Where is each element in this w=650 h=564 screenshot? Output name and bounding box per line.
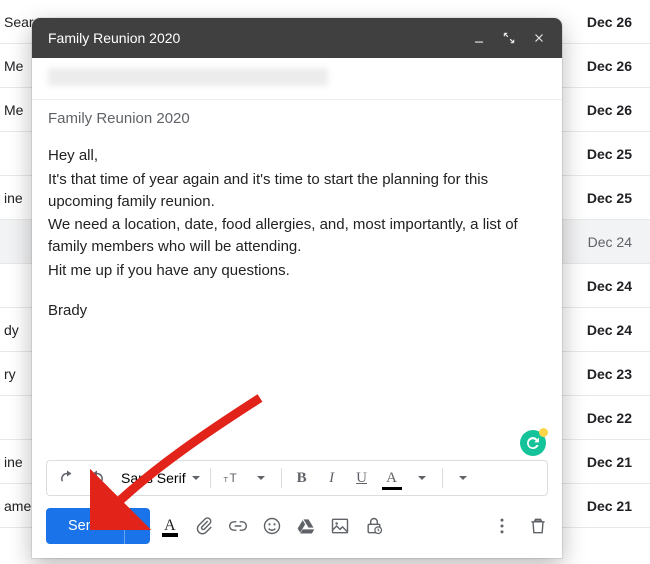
inbox-date: Dec 24 [588,234,632,250]
body-line: It's that time of year again and it's ti… [48,169,546,213]
inbox-date: Dec 26 [587,14,632,30]
bold-button[interactable]: B [288,464,316,492]
inbox-date: Dec 24 [587,322,632,338]
chevron-down-icon [133,524,141,528]
inbox-sender: ine [4,190,23,206]
redo-icon[interactable] [83,464,111,492]
message-body[interactable]: Hey all, It's that time of year again an… [32,137,562,460]
formatting-options-icon[interactable]: A [160,517,180,535]
divider [442,468,443,488]
body-line: Hit me up if you have any questions. [48,260,546,282]
inbox-sender: Me [4,102,23,118]
body-line: We need a location, date, food allergies… [48,214,546,258]
font-name: Sans Serif [121,470,186,486]
compose-title: Family Reunion 2020 [48,30,466,46]
body-greeting: Hey all, [48,145,546,167]
inbox-date: Dec 21 [587,454,632,470]
recipients-field[interactable] [32,58,562,100]
inbox-sender: ine [4,454,23,470]
inbox-sender: ame [4,498,31,514]
chevron-down-icon[interactable] [247,464,275,492]
inbox-date: Dec 25 [587,146,632,162]
divider [281,468,282,488]
font-selector[interactable]: Sans Serif [113,470,204,486]
italic-button[interactable]: I [318,464,346,492]
link-icon[interactable] [228,516,248,536]
send-row: Send A [32,496,562,558]
insert-photo-icon[interactable] [330,516,350,536]
inbox-sender: ry [4,366,16,382]
undo-icon[interactable] [53,464,81,492]
svg-text:T: T [223,475,228,484]
underline-button[interactable]: U [348,464,376,492]
send-button[interactable]: Send [46,508,124,544]
text-color-button[interactable]: A [378,464,406,492]
grammarly-icon[interactable] [520,430,546,456]
inbox-date: Dec 26 [587,102,632,118]
recipient-redacted [48,68,328,86]
divider [210,468,211,488]
emoji-icon[interactable] [262,516,282,536]
confidential-mode-icon[interactable] [364,516,384,536]
send-button-group: Send [46,508,150,544]
inbox-date: Dec 24 [587,278,632,294]
inbox-date: Dec 22 [587,410,632,426]
attach-icon[interactable] [194,516,214,536]
font-size-icon[interactable]: TT [217,464,245,492]
close-icon[interactable] [526,25,552,51]
body-signoff: Brady [48,300,546,322]
inbox-sender: Me [4,58,23,74]
inbox-date: Dec 26 [587,58,632,74]
inbox-date: Dec 21 [587,498,632,514]
drive-icon[interactable] [296,516,316,536]
minimize-icon[interactable] [466,25,492,51]
fullscreen-icon[interactable] [496,25,522,51]
chevron-down-icon[interactable] [449,464,477,492]
chevron-down-icon [192,476,200,480]
more-options-icon[interactable] [492,516,512,536]
discard-draft-icon[interactable] [528,516,548,536]
subject-field[interactable]: Family Reunion 2020 [32,100,562,137]
send-options-button[interactable] [124,508,150,544]
formatting-toolbar: Sans Serif TT B I U A [46,460,548,496]
inbox-date: Dec 23 [587,366,632,382]
svg-text:T: T [229,471,237,485]
inbox-date: Dec 25 [587,190,632,206]
chevron-down-icon[interactable] [408,464,436,492]
compose-window: Family Reunion 2020 Family Reunion 2020 … [32,18,562,558]
inbox-sender: dy [4,322,19,338]
compose-header[interactable]: Family Reunion 2020 [32,18,562,58]
